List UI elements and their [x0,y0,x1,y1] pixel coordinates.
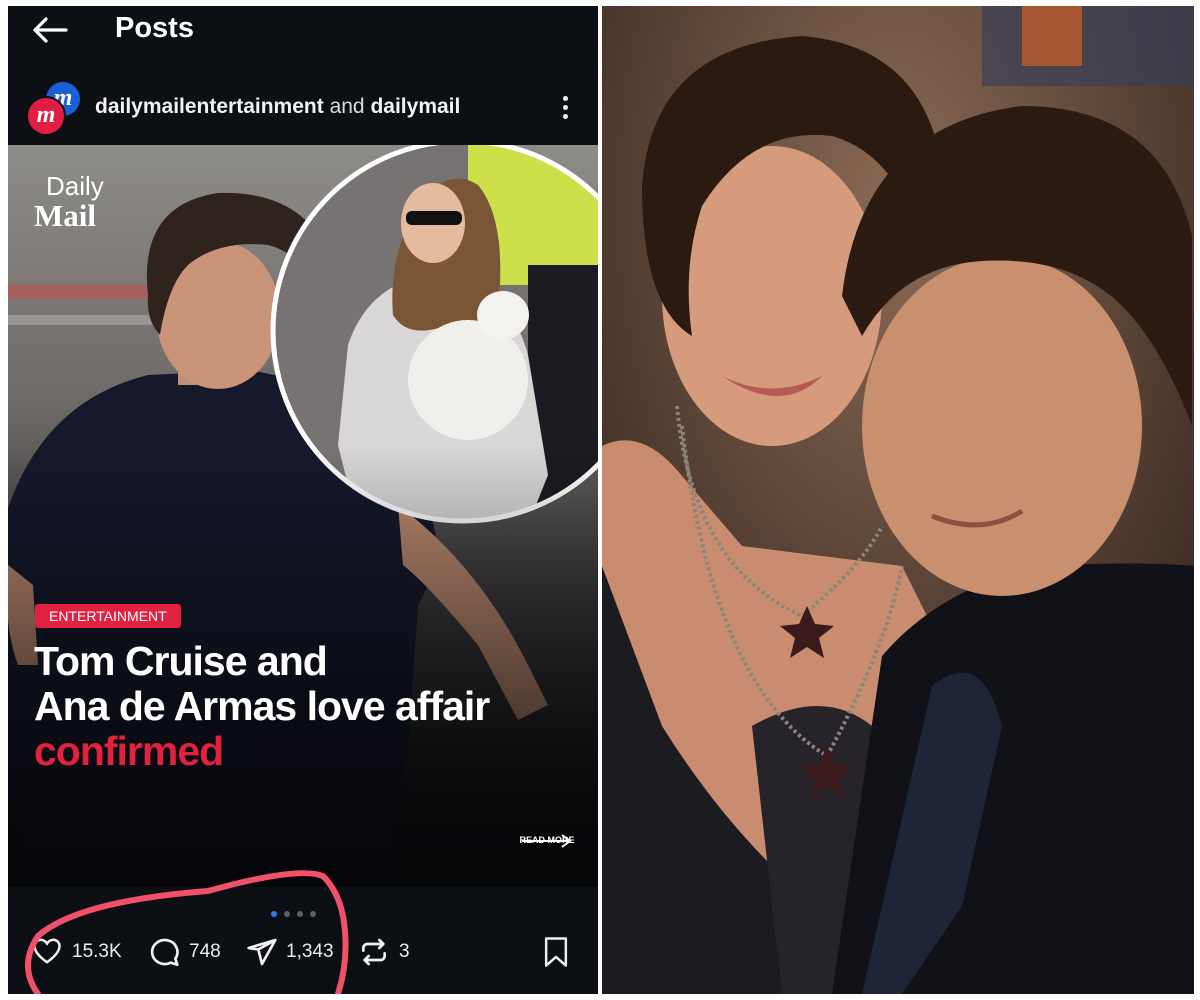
repost-icon [362,938,386,966]
daily-mail-logo: Daily Mail [34,171,134,231]
like-count: 15.3K [72,941,122,962]
more-vertical-icon [563,96,568,101]
carousel-dot [310,911,316,917]
repost-count: 3 [399,941,410,962]
headline-line-2: Ana de Armas love affair [34,683,490,729]
more-vertical-icon-dot [563,114,568,119]
logo-mail: Mail [34,198,96,233]
send-icon [247,938,277,966]
top-bar: Posts [8,6,598,66]
carousel-indicator [271,904,323,917]
more-vertical-icon-dot [563,105,568,110]
bookmark-icon [544,937,568,967]
headline-line-1: Tom Cruise and [34,638,328,684]
couple-photo-illustration [602,6,1194,994]
action-bar: 15.3K 748 1,343 3 [8,926,598,976]
back-button[interactable] [28,12,72,48]
instagram-post-screen: Posts m m dailymailentertainment and dai… [8,6,598,994]
carousel-dot [284,911,290,917]
heart-icon [33,938,61,964]
carousel-dot [297,911,303,917]
arrow-left-icon [33,17,68,43]
like-button[interactable]: 15.3K [32,934,142,968]
comment-count: 748 [189,941,221,962]
headline-accent: confirmed [34,728,224,774]
carousel-dot-active [271,911,277,917]
share-count: 1,343 [286,941,334,962]
author-names: dailymailentertainment and dailymail [95,94,460,120]
page-title: Posts [115,12,194,44]
arrow-right-icon [522,834,572,848]
comment-icon [150,938,179,966]
couple-photo [602,6,1194,994]
post-photo-illustration [8,145,598,887]
author-connector: and [329,95,365,118]
repost-button[interactable]: 3 [358,934,418,968]
author-link-dailymailentertainment[interactable]: dailymailentertainment [95,95,324,118]
comment-button[interactable]: 748 [148,934,238,968]
save-button[interactable] [541,934,573,968]
more-options-button[interactable] [554,90,578,126]
category-badge: ENTERTAINMENT [35,604,181,628]
logo-daily: Daily [46,171,104,201]
headline: Tom Cruise and Ana de Armas love affair … [34,639,594,774]
author-link-dailymail[interactable]: dailymail [370,95,460,118]
post-author-row: m m dailymailentertainment and dailymail [8,72,598,142]
avatar-dailymailentertainment: m [26,96,66,136]
share-button[interactable]: 1,343 [246,934,351,968]
avatar[interactable]: m m [26,80,82,136]
post-image[interactable]: Daily Mail ENTERTAINMENT Tom Cruise and … [8,145,598,887]
read-more-link[interactable]: READ MORE [518,833,576,848]
